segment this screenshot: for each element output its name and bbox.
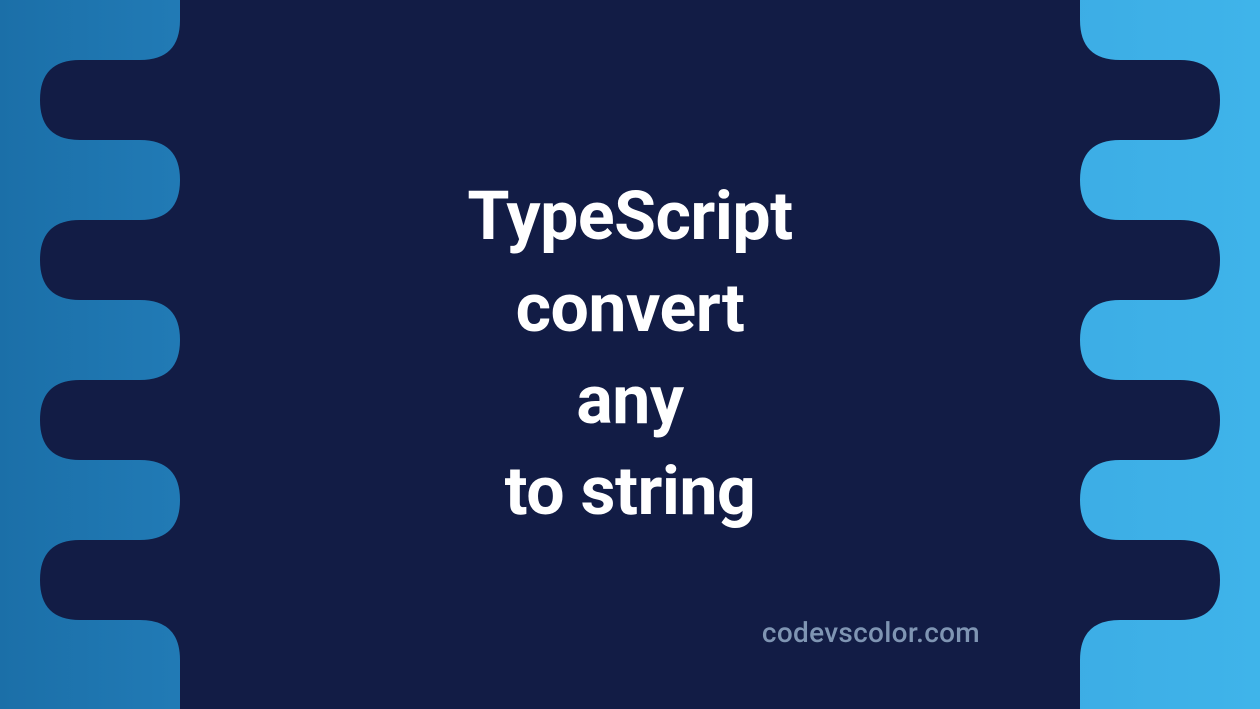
- title-line-4: to string: [467, 446, 792, 538]
- title-line-1: TypeScript: [467, 171, 792, 263]
- title-line-3: any: [467, 355, 792, 447]
- title-line-2: convert: [467, 263, 792, 355]
- banner-content: TypeScript convert any to string: [0, 0, 1260, 709]
- watermark-text: codevscolor.com: [762, 616, 980, 649]
- banner-title: TypeScript convert any to string: [467, 171, 792, 538]
